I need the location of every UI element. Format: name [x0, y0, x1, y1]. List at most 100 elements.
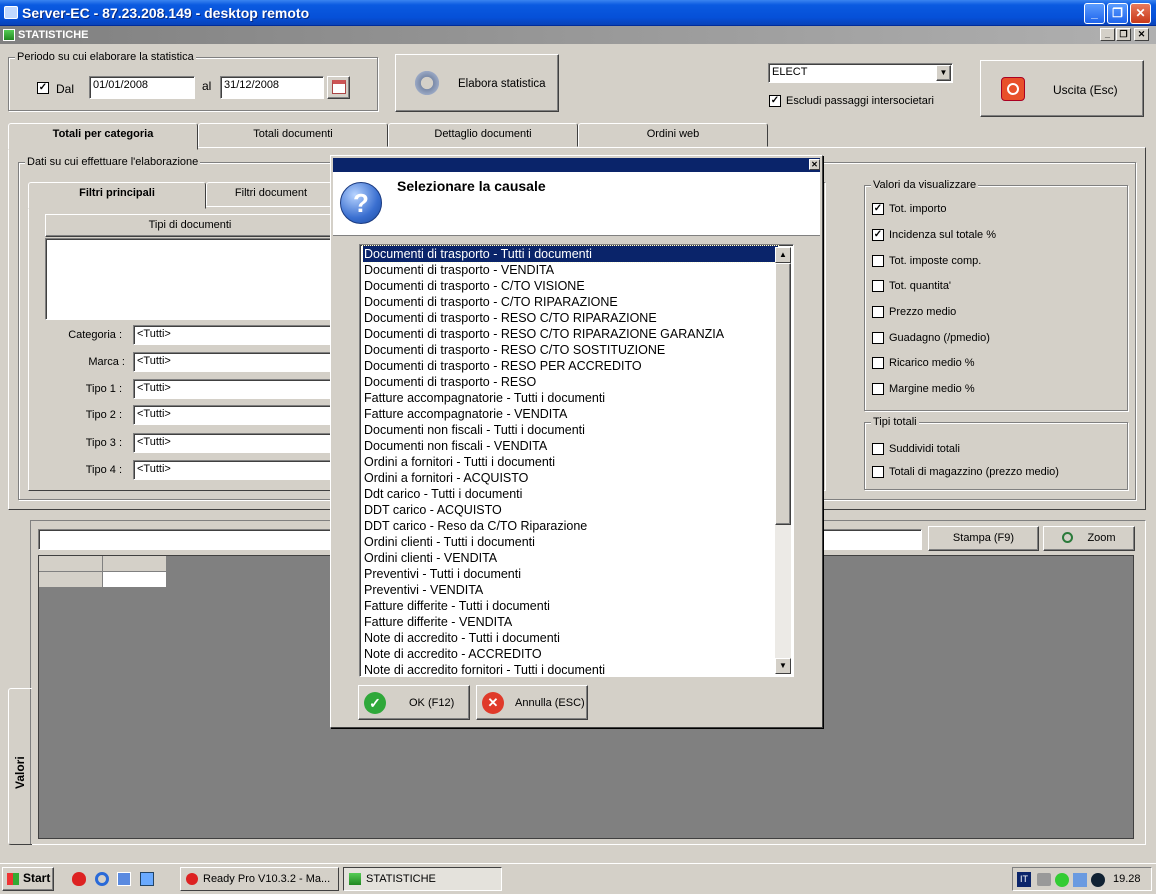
quicklaunch-desktop-icon[interactable] [140, 872, 154, 886]
doc-types-list[interactable] [45, 238, 335, 320]
causale-list-item[interactable]: Fatture accompagnatorie - VENDITA [363, 406, 778, 422]
mdi-close-button[interactable]: ✕ [1134, 28, 1149, 41]
valori-item-label: Margine medio % [889, 383, 975, 395]
tab-ordini-web[interactable]: Ordini web [578, 123, 768, 147]
tipo3-input[interactable]: <Tutti> [133, 433, 335, 453]
causale-listbox[interactable]: Note di accredito fornitori - Tutti i do… [359, 244, 794, 677]
causale-list-item[interactable]: Ordini clienti - Tutti i documenti [363, 534, 778, 550]
valori-group: Valori da visualizzare [864, 179, 1128, 411]
company-select[interactable]: ELECT ▼ [768, 63, 953, 83]
escludi-checkbox[interactable]: ✓ [769, 95, 781, 107]
guadagno-checkbox[interactable] [872, 332, 884, 344]
tab-label: Totali documenti [253, 128, 333, 140]
tot-quantita-checkbox[interactable] [872, 280, 884, 292]
stampa-button[interactable]: Stampa (F9) [928, 526, 1039, 551]
valori-item-label: Guadagno (/pmedio) [889, 332, 990, 344]
list-scrollbar[interactable]: ▲ ▼ [775, 247, 791, 674]
ok-button[interactable]: ✓ OK (F12) [358, 685, 470, 720]
date-from-input[interactable]: 01/01/2008 [89, 76, 195, 99]
causale-list-item[interactable]: Note di accredito - Tutti i documenti [363, 630, 778, 646]
chevron-down-icon[interactable]: ▼ [936, 65, 951, 81]
prezzo-medio-checkbox[interactable] [872, 306, 884, 318]
ricarico-checkbox[interactable] [872, 357, 884, 369]
causale-list-item[interactable]: Note di accredito - ACCREDITO [363, 646, 778, 662]
causale-list-item[interactable]: Ordini clienti - VENDITA [363, 550, 778, 566]
start-button[interactable]: Start [2, 867, 54, 891]
margine-checkbox[interactable] [872, 383, 884, 395]
calendar-button[interactable] [327, 76, 350, 99]
statistics-icon [3, 29, 15, 41]
tipo2-input[interactable]: <Tutti> [133, 405, 335, 425]
magazzino-checkbox[interactable] [872, 466, 884, 478]
close-button[interactable]: ✕ [1130, 3, 1151, 24]
causale-list-item[interactable]: Note di accredito fornitori - Tutti i do… [363, 662, 778, 676]
quicklaunch-ie-icon[interactable] [95, 872, 109, 886]
causale-list-item[interactable]: Documenti di trasporto - Tutti i documen… [362, 245, 779, 263]
elabora-statistica-button[interactable]: Elabora statistica [395, 54, 559, 112]
mdi-titlebar[interactable]: STATISTICHE _ ❐ ✕ [0, 26, 1156, 44]
causale-list-item[interactable]: Fatture accompagnatorie - Tutti i docume… [363, 390, 778, 406]
window-titlebar[interactable]: Server-EC - 87.23.208.149 - desktop remo… [0, 0, 1156, 26]
causale-list-item[interactable]: Documenti di trasporto - RESO C/TO SOSTI… [363, 342, 778, 358]
causale-list-item[interactable]: Fatture differite - VENDITA [363, 614, 778, 630]
scroll-thumb[interactable] [775, 263, 791, 525]
causale-list-item[interactable]: Documenti di trasporto - C/TO VISIONE [363, 278, 778, 294]
causale-list-item[interactable]: Fatture differite - Tutti i documenti [363, 598, 778, 614]
grid-cell[interactable] [103, 572, 167, 588]
causale-list-item[interactable]: Documenti di trasporto - RESO C/TO RIPAR… [363, 326, 778, 342]
subtab-filtri-documenti[interactable]: Filtri document [206, 182, 336, 206]
causale-list-item[interactable]: Preventivi - VENDITA [363, 582, 778, 598]
security-tray-icon[interactable] [1055, 873, 1069, 887]
causale-list-item[interactable]: DDT carico - ACQUISTO [363, 502, 778, 518]
subtab-filtri-principali[interactable]: Filtri principali [28, 182, 206, 209]
scroll-down-icon[interactable]: ▼ [775, 658, 791, 674]
task-statistiche[interactable]: STATISTICHE [343, 867, 502, 891]
mdi-minimize-button[interactable]: _ [1100, 28, 1115, 41]
language-indicator[interactable]: IT [1017, 872, 1031, 887]
tab-totali-documenti[interactable]: Totali documenti [198, 123, 388, 147]
causale-list-item[interactable]: Ordini a fornitori - ACQUISTO [363, 470, 778, 486]
volume-tray-icon[interactable] [1091, 873, 1105, 887]
causale-list-item[interactable]: Documenti di trasporto - C/TO RIPARAZION… [363, 294, 778, 310]
scroll-up-icon[interactable]: ▲ [775, 247, 791, 263]
suddividi-checkbox[interactable] [872, 443, 884, 455]
mdi-restore-button[interactable]: ❐ [1116, 28, 1131, 41]
restore-button[interactable]: ❐ [1107, 3, 1128, 24]
marca-input[interactable]: <Tutti> [133, 352, 335, 372]
valori-side-tab[interactable]: Valori [8, 688, 32, 845]
causale-list-item[interactable]: Documenti non fiscali - Tutti i document… [363, 422, 778, 438]
task-ready-pro[interactable]: Ready Pro V10.3.2 - Ma... [180, 867, 339, 891]
network-tray-icon[interactable] [1073, 873, 1087, 887]
tipo1-input[interactable]: <Tutti> [133, 379, 335, 399]
valori-item-label: Ricarico medio % [889, 357, 975, 369]
causale-list-item[interactable]: Documenti di trasporto - VENDITA [363, 262, 778, 278]
causale-list-item[interactable]: DDT carico - Reso da C/TO Riparazione [363, 518, 778, 534]
date-to-input[interactable]: 31/12/2008 [220, 76, 324, 99]
remote-desktop-icon [4, 6, 18, 19]
categoria-input[interactable]: <Tutti> [133, 325, 335, 345]
zoom-button[interactable]: Zoom [1043, 526, 1135, 551]
tab-dettaglio-documenti[interactable]: Dettaglio documenti [388, 123, 578, 147]
annulla-button[interactable]: ✕ Annulla (ESC) [476, 685, 588, 720]
minimize-button[interactable]: _ [1084, 3, 1105, 24]
quicklaunch-app-icon[interactable] [117, 872, 131, 886]
causale-list-item[interactable]: Documenti non fiscali - VENDITA [363, 438, 778, 454]
printer-tray-icon[interactable] [1037, 873, 1051, 886]
quicklaunch-strawberry-icon[interactable] [72, 872, 86, 886]
causale-list-item[interactable]: Documenti di trasporto - RESO [363, 374, 778, 390]
tipo4-input[interactable]: <Tutti> [133, 460, 335, 480]
dialog-titlebar[interactable]: ✕ [333, 158, 820, 172]
doc-types-header[interactable]: Tipi di documenti [45, 214, 335, 237]
causale-list-item[interactable]: Ddt carico - Tutti i documenti [363, 486, 778, 502]
causale-list-item[interactable]: Documenti di trasporto - RESO C/TO RIPAR… [363, 310, 778, 326]
tab-totali-categoria[interactable]: Totali per categoria [8, 123, 198, 150]
dal-checkbox[interactable]: ✓ [37, 82, 49, 94]
causale-list-item[interactable]: Documenti di trasporto - RESO PER ACCRED… [363, 358, 778, 374]
dialog-close-button[interactable]: ✕ [809, 159, 820, 170]
causale-list-item[interactable]: Ordini a fornitori - Tutti i documenti [363, 454, 778, 470]
causale-list-item[interactable]: Preventivi - Tutti i documenti [363, 566, 778, 582]
incidenza-checkbox[interactable]: ✓ [872, 229, 884, 241]
uscita-button[interactable]: Uscita (Esc) [980, 60, 1144, 117]
tot-imposte-checkbox[interactable] [872, 255, 884, 267]
tot-importo-checkbox[interactable]: ✓ [872, 203, 884, 215]
